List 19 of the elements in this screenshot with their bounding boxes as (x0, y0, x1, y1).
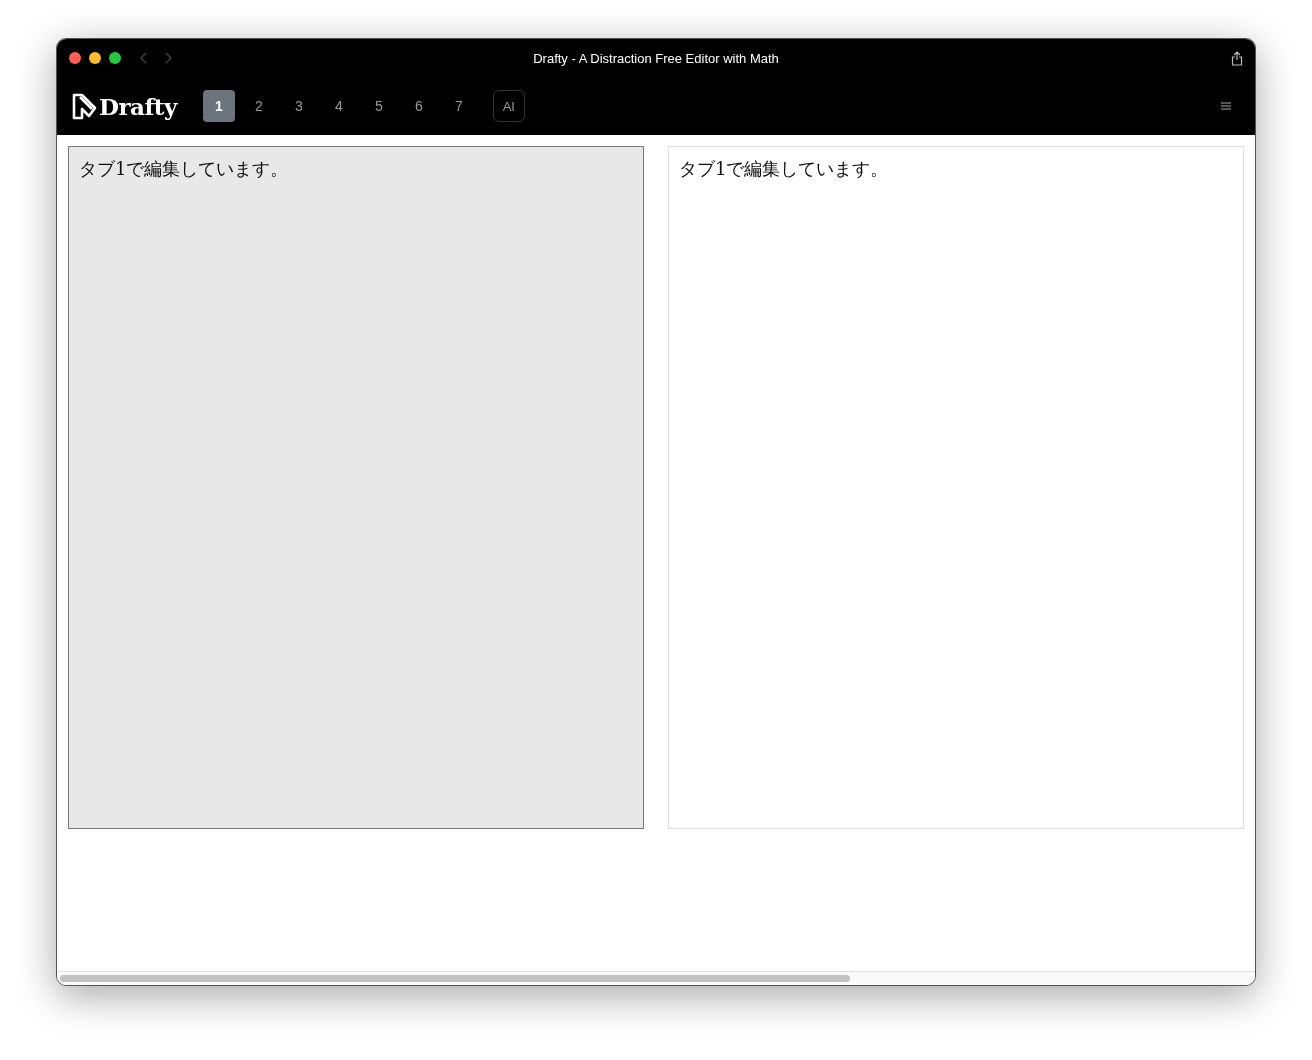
scrollbar-thumb[interactable] (60, 975, 850, 982)
tab[interactable]: 2 (242, 90, 275, 122)
zoom-button[interactable] (109, 52, 121, 64)
tab[interactable]: 1 (202, 90, 235, 122)
tab[interactable]: 6 (402, 90, 435, 122)
window-title: Drafty - A Distraction Free Editor with Math (533, 50, 779, 66)
minimize-button[interactable] (89, 52, 101, 64)
tab[interactable]: 3 (282, 90, 315, 122)
tab[interactable]: 4 (322, 90, 355, 122)
tab[interactable]: 7 (442, 90, 475, 122)
menu-icon[interactable] (1221, 102, 1231, 110)
ai-button[interactable]: AI (492, 90, 525, 122)
preview-text: タブ1で編集しています。 (679, 158, 889, 179)
tab[interactable]: 5 (362, 90, 395, 122)
editor-field[interactable]: タブ1で編集しています。 (68, 146, 644, 829)
share-icon[interactable] (1231, 50, 1243, 66)
pencil-logo-icon (71, 92, 97, 120)
close-button[interactable] (69, 52, 81, 64)
app-logo: Drafty (99, 92, 177, 120)
